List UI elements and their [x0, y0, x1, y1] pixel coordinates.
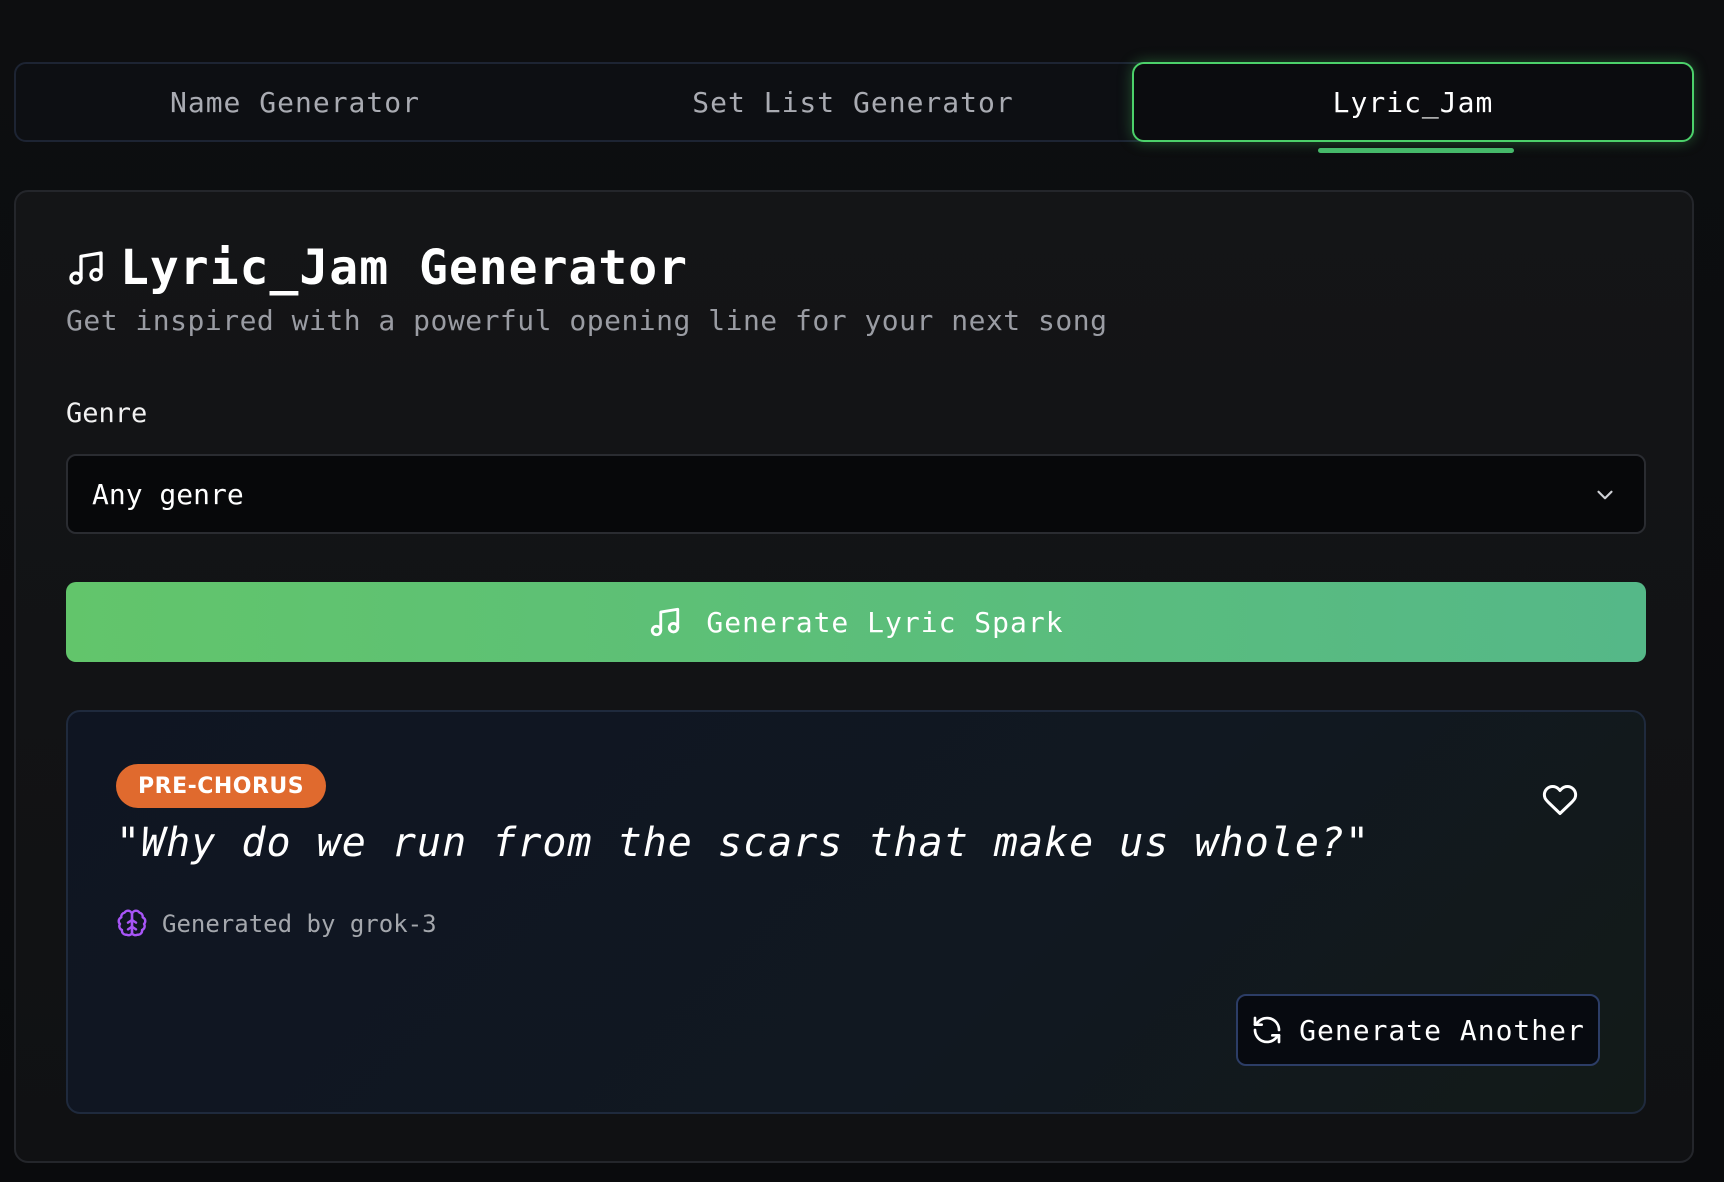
generated-by-text: Generated by grok-3 — [162, 910, 437, 938]
lyric-text: "Why do we run from the scars that make … — [116, 820, 1371, 866]
page-subtitle: Get inspired with a powerful opening lin… — [66, 304, 1108, 337]
page-title: Lyric_Jam Generator — [120, 240, 689, 296]
chevron-down-icon — [1597, 490, 1613, 500]
active-tab-indicator — [1318, 148, 1514, 153]
brain-icon — [117, 909, 147, 937]
generated-by: Generated by grok-3 — [116, 908, 437, 940]
genre-label: Genre — [66, 398, 148, 429]
tab-lyric-jam[interactable]: Lyric_Jam — [1132, 62, 1694, 142]
generate-button-label: Generate Lyric Spark — [706, 605, 1064, 639]
tab-name-generator[interactable]: Name Generator — [16, 64, 574, 140]
app-root: Name Generator Set List Generator Lyric_… — [0, 0, 1724, 1182]
heart-icon[interactable] — [1542, 782, 1578, 818]
refresh-icon — [1253, 1016, 1281, 1044]
lyric-jam-card: Lyric_Jam Generator Get inspired with a … — [14, 190, 1694, 1163]
generate-another-button[interactable]: Generate Another — [1236, 994, 1600, 1066]
generate-lyric-spark-button[interactable]: Generate Lyric Spark — [66, 582, 1646, 662]
tab-bar: Name Generator Set List Generator Lyric_… — [14, 62, 1694, 142]
tab-set-list-generator[interactable]: Set List Generator — [574, 64, 1132, 140]
music-note-icon — [651, 607, 680, 637]
genre-selected-value: Any genre — [92, 477, 244, 511]
generate-another-label: Generate Another — [1299, 1013, 1585, 1047]
music-note-icon — [69, 251, 103, 285]
card-header: Lyric_Jam Generator — [66, 240, 688, 296]
result-panel: PRE-CHORUS "Why do we run from the scars… — [66, 710, 1646, 1114]
genre-select[interactable]: Any genre — [66, 454, 1646, 534]
section-badge: PRE-CHORUS — [116, 764, 327, 808]
